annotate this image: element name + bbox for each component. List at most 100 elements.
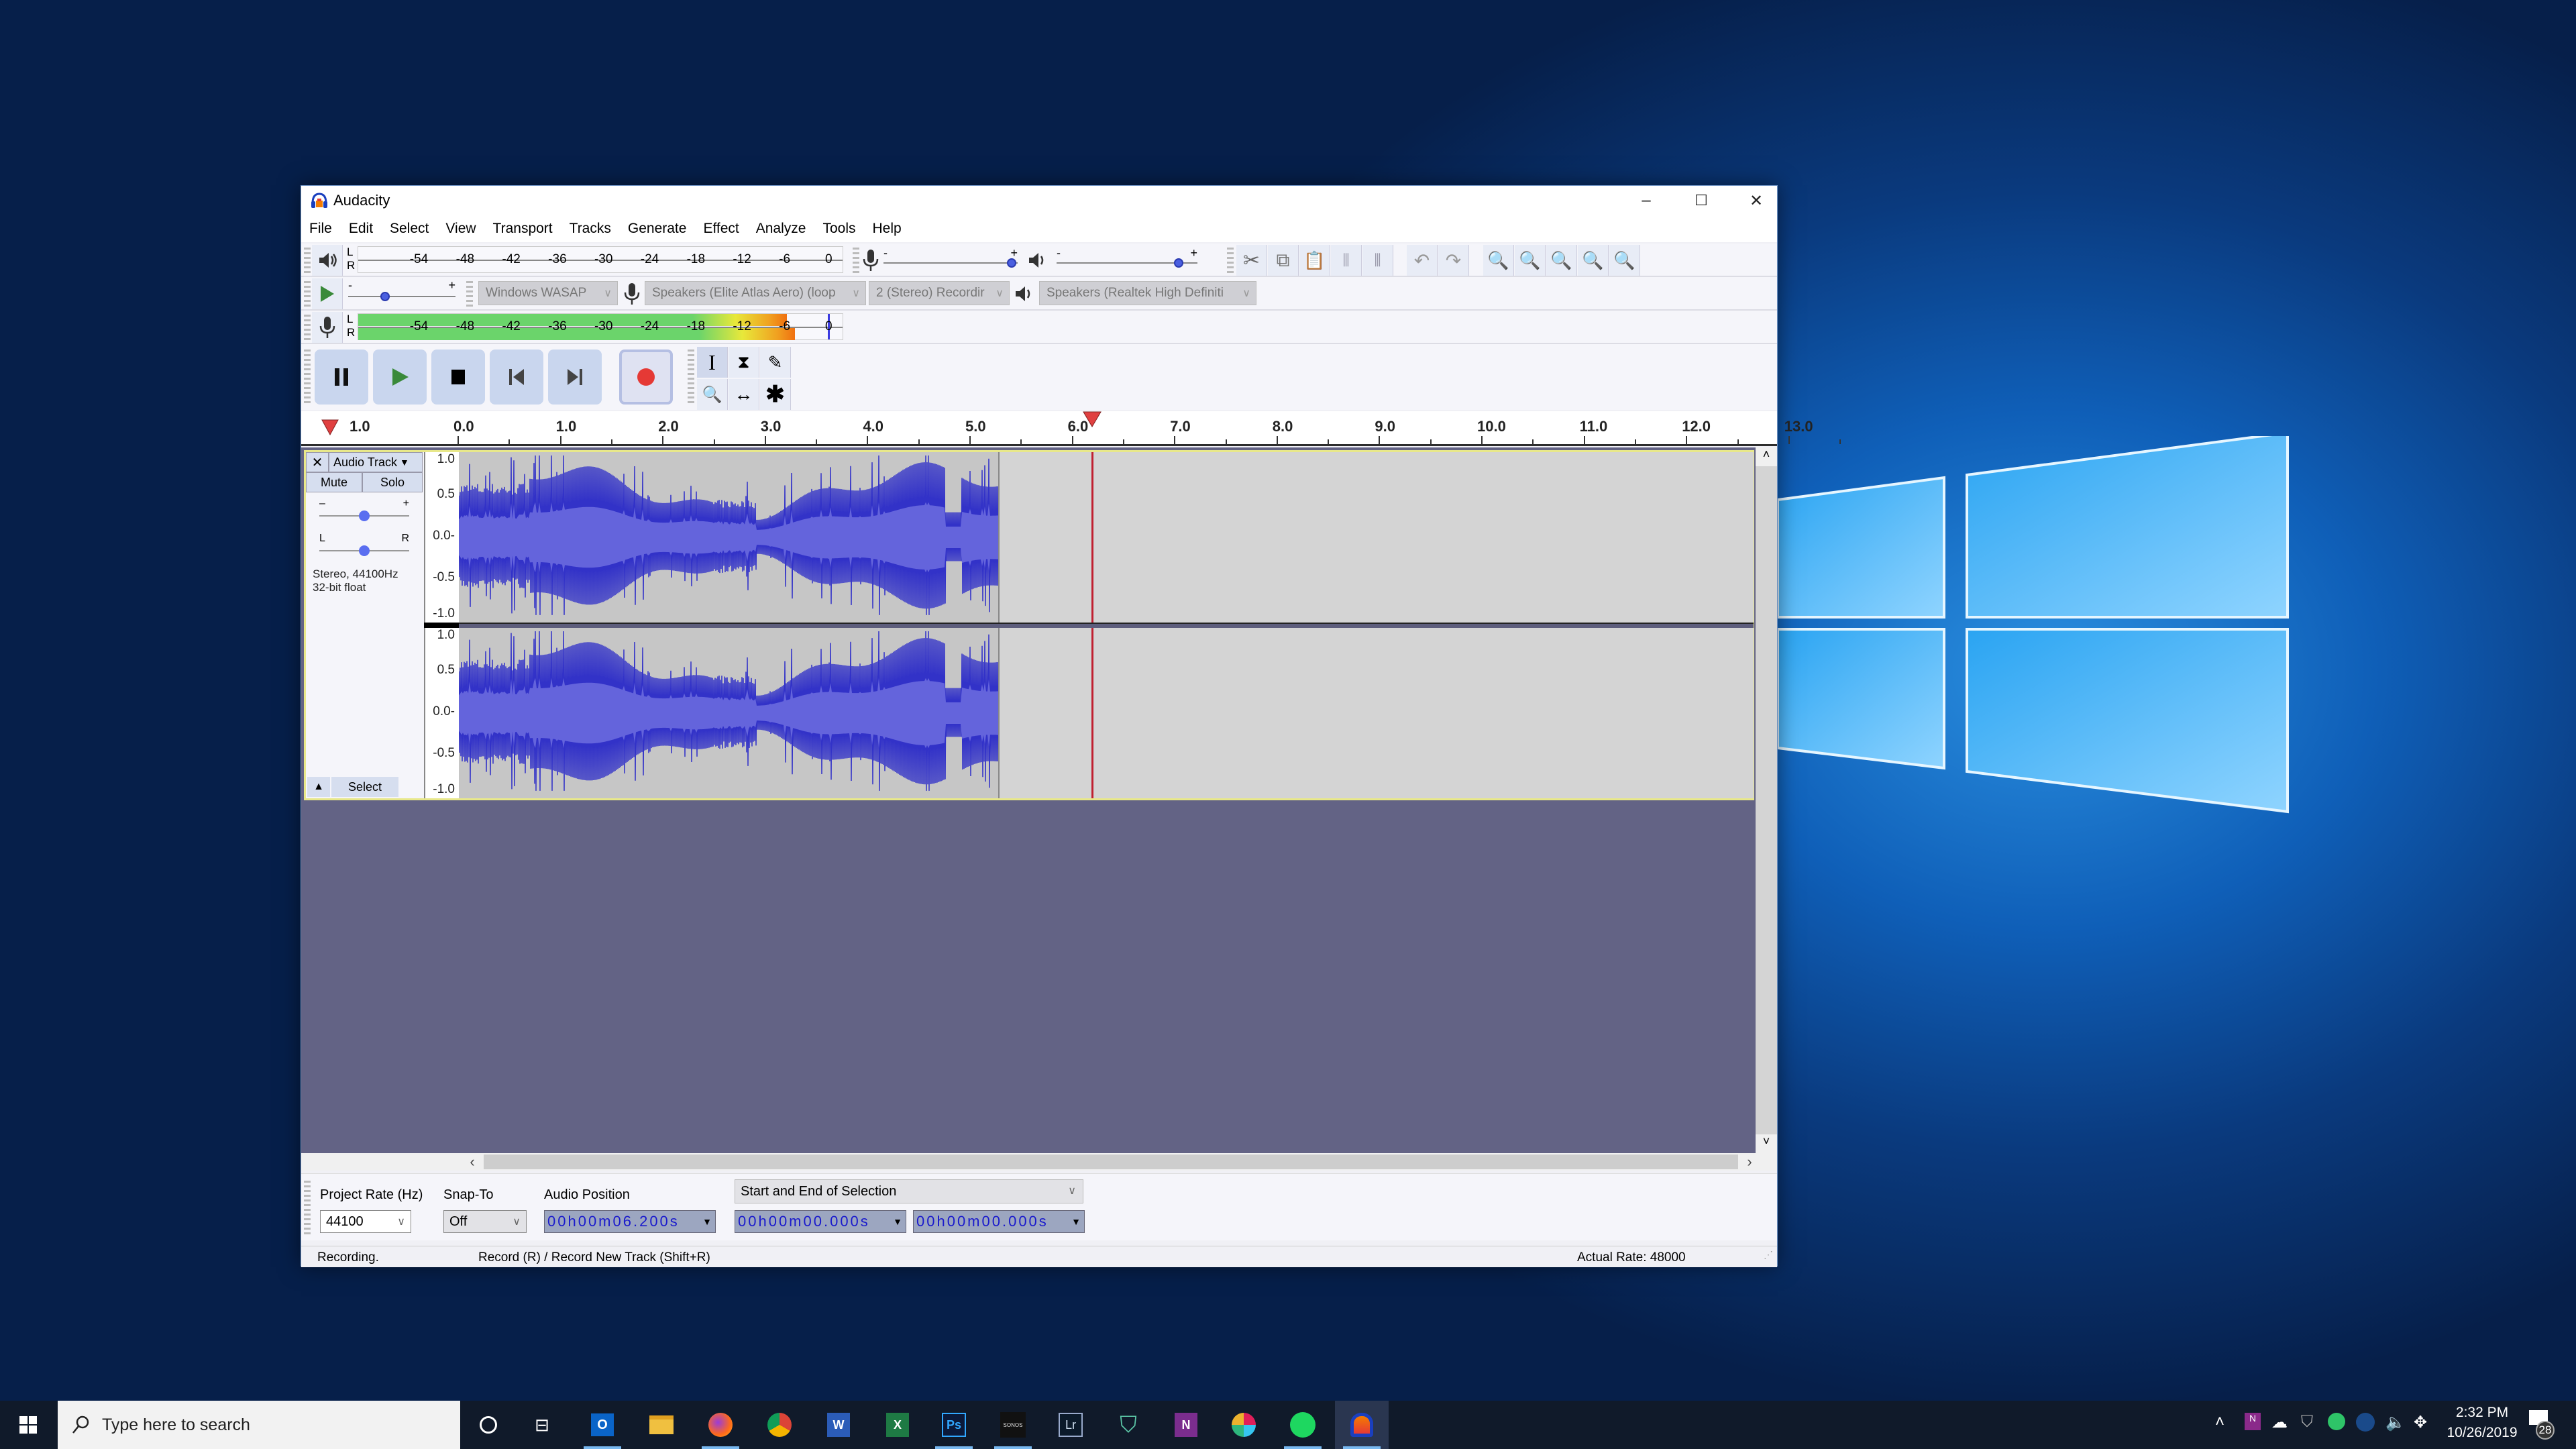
menu-tracks[interactable]: Tracks: [570, 221, 611, 237]
playback-meter-button[interactable]: [312, 245, 343, 276]
skip-to-end-button[interactable]: [548, 350, 602, 405]
toolbar-grip[interactable]: [304, 1181, 311, 1234]
menu-help[interactable]: Help: [873, 221, 902, 237]
taskbar-audacity[interactable]: [1335, 1401, 1389, 1449]
scroll-down-icon[interactable]: ˅: [1756, 1134, 1777, 1153]
audio-host-dropdown[interactable]: Windows WASAP ∨: [478, 281, 618, 305]
zoom-in-button[interactable]: 🔍: [1483, 245, 1514, 276]
waveform-channel-left[interactable]: [458, 452, 1754, 623]
pan-slider[interactable]: L R: [319, 533, 409, 558]
taskbar-word[interactable]: W: [812, 1401, 865, 1449]
taskbar-photoshop[interactable]: Ps: [927, 1401, 981, 1449]
audio-track[interactable]: ✕ Audio Track ▼ Mute Solo – + L R Stereo…: [304, 450, 1754, 800]
fit-project-button[interactable]: 🔍: [1578, 245, 1609, 276]
menu-effect[interactable]: Effect: [703, 221, 739, 237]
cortana-button[interactable]: [462, 1401, 515, 1449]
taskbar-file-explorer[interactable]: [635, 1401, 688, 1449]
scroll-left-icon[interactable]: ‹: [462, 1153, 482, 1171]
resize-grip-icon[interactable]: ⋰: [1764, 1249, 1773, 1260]
input-volume-slider[interactable]: - +: [883, 246, 1018, 270]
taskbar-outlook[interactable]: O: [576, 1401, 629, 1449]
scroll-right-icon[interactable]: ›: [1739, 1153, 1760, 1171]
horizontal-scrollbar[interactable]: ‹ ›: [301, 1153, 1777, 1171]
close-button[interactable]: ✕: [1729, 186, 1784, 215]
snap-to-dropdown[interactable]: Off ∨: [443, 1210, 527, 1233]
dropbox-icon[interactable]: ✥: [2414, 1413, 2427, 1432]
toolbar-grip[interactable]: [304, 281, 311, 307]
paste-button[interactable]: 📋: [1299, 245, 1330, 276]
recording-channels-dropdown[interactable]: 2 (Stereo) Recordir ∨: [869, 281, 1010, 305]
stop-button[interactable]: [431, 350, 485, 405]
menu-file[interactable]: File: [309, 221, 332, 237]
redo-button[interactable]: ↷: [1438, 245, 1469, 276]
audio-position-field[interactable]: 00h00m06.200s ▼: [544, 1210, 716, 1233]
undo-button[interactable]: ↶: [1407, 245, 1438, 276]
skip-to-start-button[interactable]: [490, 350, 543, 405]
amplitude-scale-left[interactable]: 1.0 0.5 0.0- -0.5 -1.0: [424, 452, 459, 623]
action-center-button[interactable]: 28: [2529, 1410, 2556, 1440]
show-hidden-icons-button[interactable]: ˄: [2215, 1413, 2224, 1432]
menu-edit[interactable]: Edit: [349, 221, 373, 237]
copy-button[interactable]: ⧉: [1268, 245, 1299, 276]
menu-generate[interactable]: Generate: [628, 221, 687, 237]
mute-button[interactable]: Mute: [306, 472, 362, 492]
pushbullet-icon[interactable]: [2328, 1413, 2345, 1430]
zoom-out-button[interactable]: 🔍: [1515, 245, 1546, 276]
playhead-triangle[interactable]: [1083, 411, 1102, 427]
select-track-button[interactable]: Select: [331, 777, 398, 797]
track-name-menu[interactable]: Audio Track ▼: [329, 452, 423, 472]
audio-clip[interactable]: [458, 452, 1000, 623]
taskbar-security[interactable]: ⛉: [1102, 1401, 1155, 1449]
playback-meter[interactable]: -54 -48 -42 -36 -30 -24 -18 -12 -6 0: [358, 246, 843, 273]
timeline-ruler[interactable]: 1.0 0.0 1.0 2.0 3.0 4.0 5.0 6.0 7.0 8.0 9.0 10.0 11…: [301, 411, 1841, 446]
security-tray-icon[interactable]: ⛉: [2301, 1413, 2313, 1432]
selection-tool-button[interactable]: I: [697, 347, 728, 378]
selection-end-field[interactable]: 00h00m00.000s ▼: [913, 1210, 1085, 1233]
volume-icon[interactable]: 🔈: [2385, 1413, 2406, 1432]
record-button[interactable]: [619, 350, 673, 405]
trim-button[interactable]: ⫼: [1331, 245, 1362, 276]
taskbar-firefox[interactable]: [694, 1401, 747, 1449]
audio-clip[interactable]: [458, 628, 1000, 798]
output-volume-slider[interactable]: - +: [1057, 246, 1197, 270]
track-area[interactable]: ✕ Audio Track ▼ Mute Solo – + L R Stereo…: [301, 447, 1756, 1153]
track-control-panel[interactable]: ✕ Audio Track ▼ Mute Solo – + L R Stereo…: [306, 452, 424, 798]
multi-tool-button[interactable]: ✱: [760, 379, 791, 410]
playback-device-dropdown[interactable]: Speakers (Realtek High Definiti ∨: [1039, 281, 1256, 305]
track-close-button[interactable]: ✕: [306, 452, 329, 472]
start-button[interactable]: [0, 1401, 56, 1449]
silence-button[interactable]: ⫼: [1362, 245, 1393, 276]
playback-speed-slider[interactable]: - +: [348, 278, 455, 305]
solo-button[interactable]: Solo: [362, 472, 423, 492]
zoom-toggle-button[interactable]: 🔍: [1609, 245, 1640, 276]
recording-meter[interactable]: -54 -48 -42 -36 -30 -24 -18 -12 -6 0: [358, 313, 843, 340]
draw-tool-button[interactable]: ✎: [760, 347, 791, 378]
waveform-channel-right[interactable]: [458, 628, 1754, 798]
toolbar-grip[interactable]: [1227, 248, 1234, 273]
taskbar-sonos[interactable]: SONOS: [986, 1401, 1040, 1449]
time-shift-tool-button[interactable]: ↔: [729, 379, 759, 410]
onenote-tray-icon[interactable]: N: [2245, 1413, 2261, 1430]
toolbar-grip[interactable]: [688, 350, 694, 405]
recording-meter-button[interactable]: [312, 312, 343, 343]
vertical-scrollbar[interactable]: ˄ ˅: [1756, 447, 1777, 1153]
toolbar-grip[interactable]: [304, 315, 311, 340]
taskbar-search[interactable]: Type here to search: [58, 1401, 460, 1449]
toolbar-grip[interactable]: [853, 248, 859, 273]
maximize-button[interactable]: ☐: [1674, 186, 1729, 215]
taskbar-onenote[interactable]: N: [1159, 1401, 1213, 1449]
menu-select[interactable]: Select: [390, 221, 429, 237]
fit-selection-button[interactable]: 🔍: [1546, 245, 1577, 276]
recording-device-dropdown[interactable]: Speakers (Elite Atlas Aero) (loop ∨: [645, 281, 866, 305]
selection-mode-dropdown[interactable]: Start and End of Selection ∨: [735, 1179, 1083, 1203]
taskbar-slack[interactable]: [1217, 1401, 1271, 1449]
clock[interactable]: 2:32 PM 10/26/2019: [2442, 1405, 2522, 1441]
pause-button[interactable]: [315, 350, 368, 405]
toolbar-grip[interactable]: [466, 281, 473, 307]
title-bar[interactable]: Audacity – ☐ ✕: [301, 186, 1777, 215]
collapse-track-button[interactable]: ▲: [307, 777, 330, 797]
amplitude-scale-right[interactable]: 1.0 0.5 0.0- -0.5 -1.0: [424, 628, 459, 798]
menu-view[interactable]: View: [445, 221, 476, 237]
play-at-speed-button[interactable]: [312, 278, 343, 309]
menu-analyze[interactable]: Analyze: [756, 221, 806, 237]
